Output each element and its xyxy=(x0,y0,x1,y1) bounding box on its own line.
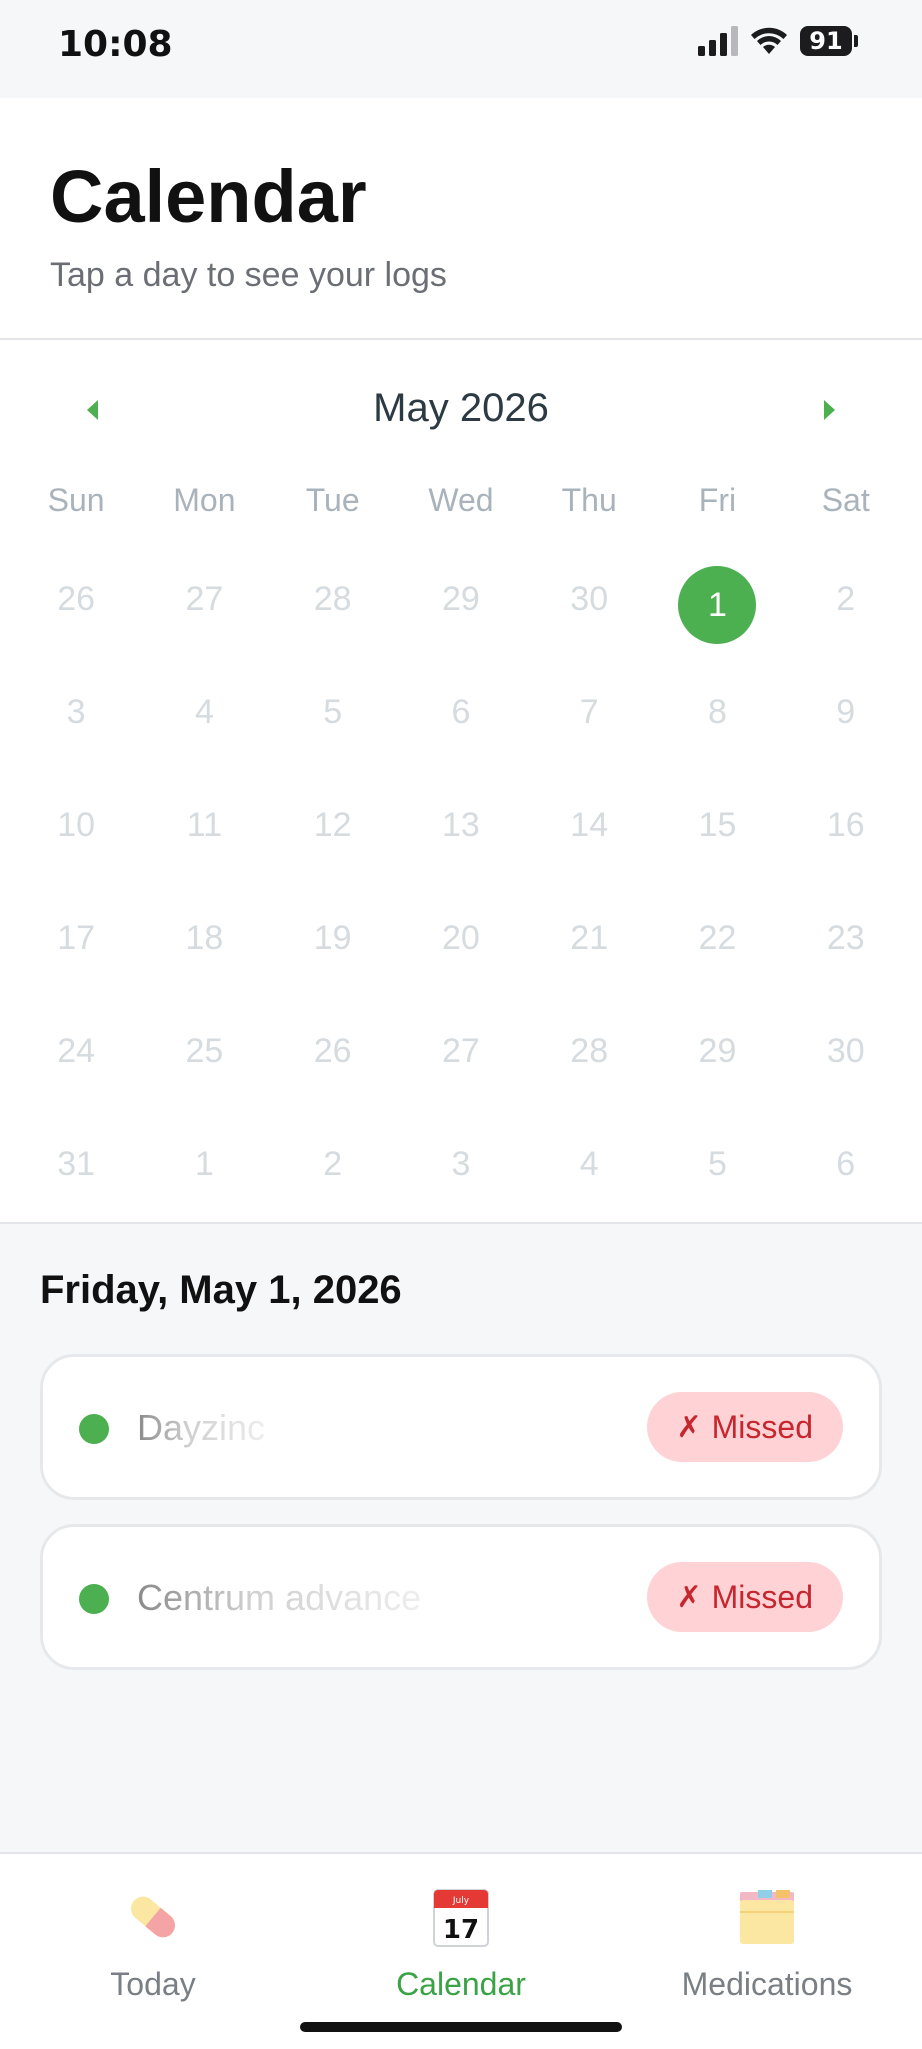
battery-tip xyxy=(854,35,858,47)
calendar-day[interactable]: 4 xyxy=(140,671,268,784)
medication-name: Dayzinc xyxy=(137,1407,266,1448)
calendar-week: 24 25 26 27 28 29 30 xyxy=(12,1010,910,1123)
calendar-day[interactable]: 22 xyxy=(653,897,781,1010)
calendar-day[interactable]: 19 xyxy=(269,897,397,1010)
calendar-day[interactable]: 21 xyxy=(525,897,653,1010)
calendar-day[interactable]: 17 xyxy=(12,897,140,1010)
calendar-day[interactable]: 26 xyxy=(269,1010,397,1123)
calendar-day[interactable]: 16 xyxy=(782,784,910,897)
calendar-day[interactable]: 5 xyxy=(269,671,397,784)
calendar-day[interactable]: 8 xyxy=(653,671,781,784)
svg-text:July: July xyxy=(452,1896,470,1906)
calendar-day[interactable]: 27 xyxy=(140,558,268,671)
calendar-day[interactable]: 14 xyxy=(525,784,653,897)
svg-text:17: 17 xyxy=(443,1915,479,1945)
page-header: Calendar Tap a day to see your logs xyxy=(0,98,922,340)
status-time: 10:08 xyxy=(58,24,173,65)
weekday-label: Tue xyxy=(305,482,360,518)
calendar-day[interactable]: 1 xyxy=(140,1123,268,1236)
calendar-day[interactable]: 20 xyxy=(397,897,525,1010)
status-icons: 91 xyxy=(698,26,858,56)
calendar-day[interactable]: 31 xyxy=(12,1123,140,1236)
calendar-day[interactable]: 28 xyxy=(269,558,397,671)
weekday-label: Fri xyxy=(698,482,737,518)
missed-status-badge[interactable]: ✗ Missed xyxy=(646,1562,843,1632)
calendar-icon: July 17 xyxy=(433,1889,489,1947)
medication-log-card[interactable]: Dayzinc ✗ Missed xyxy=(40,1354,882,1500)
calendar-day[interactable]: 15 xyxy=(653,784,781,897)
calendar-day[interactable]: 29 xyxy=(397,558,525,671)
calendar-day[interactable]: 9 xyxy=(782,671,910,784)
day-logs: Friday, May 1, 2026 Dayzinc ✗ Missed Cen… xyxy=(0,1226,922,1852)
calendar-day[interactable]: 26 xyxy=(12,558,140,671)
calendar-day[interactable]: 4 xyxy=(525,1123,653,1236)
calendar-week: 10 11 12 13 14 15 16 xyxy=(12,784,910,897)
cross-icon: ✗ xyxy=(676,1580,702,1614)
calendar-day[interactable]: 27 xyxy=(397,1010,525,1123)
weekday-label: Mon xyxy=(173,482,236,518)
wifi-icon xyxy=(751,27,787,54)
selected-date-heading: Friday, May 1, 2026 xyxy=(40,1268,402,1312)
medication-name: Centrum advance xyxy=(137,1577,422,1618)
missed-status-badge[interactable]: ✗ Missed xyxy=(646,1392,843,1462)
tab-label: Calendar xyxy=(396,1966,526,2002)
weekday-label: Wed xyxy=(428,482,494,518)
calendar-day[interactable]: 2 xyxy=(269,1123,397,1236)
calendar-day[interactable]: 30 xyxy=(525,558,653,671)
page-title: Calendar xyxy=(50,155,367,238)
weekday-header: Sun Mon Tue Wed Thu Fri Sat xyxy=(12,482,910,519)
battery-indicator: 91 xyxy=(800,26,852,56)
calendar-day[interactable]: 2 xyxy=(782,558,910,671)
calendar-day[interactable]: 24 xyxy=(12,1010,140,1123)
calendar-day[interactable]: 29 xyxy=(653,1010,781,1123)
page-subtitle: Tap a day to see your logs xyxy=(50,256,447,294)
tab-medications[interactable]: Medications xyxy=(617,1882,917,2022)
calendar-day[interactable]: 6 xyxy=(397,671,525,784)
calendar-week: 26 27 28 29 30 1 2 xyxy=(12,558,910,671)
calendar-day[interactable]: 3 xyxy=(397,1123,525,1236)
signal-icon xyxy=(698,26,738,56)
medication-log-card[interactable]: Centrum advance ✗ Missed xyxy=(40,1524,882,1670)
calendar-day[interactable]: 13 xyxy=(397,784,525,897)
next-month-button[interactable] xyxy=(800,380,860,440)
calendar-day[interactable]: 5 xyxy=(653,1123,781,1236)
calendar-day[interactable]: 30 xyxy=(782,1010,910,1123)
weekday-label: Sun xyxy=(47,482,105,518)
bottom-tab-bar: Today July 17 Calendar Medications xyxy=(0,1852,922,2049)
chevron-right-icon xyxy=(824,400,835,420)
pill-icon xyxy=(131,1896,175,1938)
tab-label: Today xyxy=(110,1966,196,2002)
home-indicator[interactable] xyxy=(300,2022,622,2032)
calendar-day[interactable]: 7 xyxy=(525,671,653,784)
tab-today[interactable]: Today xyxy=(3,1882,303,2022)
status-dot xyxy=(79,1584,109,1614)
calendar-day-selected[interactable]: 1 xyxy=(653,558,781,671)
card-index-icon xyxy=(740,1890,794,1944)
calendar-week: 3 4 5 6 7 8 9 xyxy=(12,671,910,784)
calendar-day[interactable]: 12 xyxy=(269,784,397,897)
month-navigation: May 2026 xyxy=(0,380,922,440)
cross-icon: ✗ xyxy=(676,1410,702,1444)
weekday-label: Thu xyxy=(561,482,617,518)
status-dot xyxy=(79,1414,109,1444)
calendar-day[interactable]: 6 xyxy=(782,1123,910,1236)
calendar-week: 31 1 2 3 4 5 6 xyxy=(12,1123,910,1236)
status-bar: 10:08 91 xyxy=(0,0,922,98)
calendar-week: 17 18 19 20 21 22 23 xyxy=(12,897,910,1010)
calendar-day[interactable]: 11 xyxy=(140,784,268,897)
tab-label: Medications xyxy=(681,1966,853,2002)
month-title: May 2026 xyxy=(373,386,549,430)
status-label: Missed xyxy=(711,1408,813,1445)
calendar-day[interactable]: 3 xyxy=(12,671,140,784)
weekday-label: Sat xyxy=(821,482,870,518)
calendar-grid: 26 27 28 29 30 1 2 3 4 5 6 7 8 9 10 11 1… xyxy=(12,558,910,1236)
calendar-day[interactable]: 10 xyxy=(12,784,140,897)
calendar-day[interactable]: 18 xyxy=(140,897,268,1010)
status-label: Missed xyxy=(711,1578,813,1615)
calendar-day[interactable]: 28 xyxy=(525,1010,653,1123)
month-calendar: May 2026 Sun Mon Tue Wed Thu Fri Sat 26 … xyxy=(0,340,922,1224)
calendar-day[interactable]: 23 xyxy=(782,897,910,1010)
calendar-day[interactable]: 25 xyxy=(140,1010,268,1123)
tab-calendar[interactable]: July 17 Calendar xyxy=(311,1882,611,2022)
